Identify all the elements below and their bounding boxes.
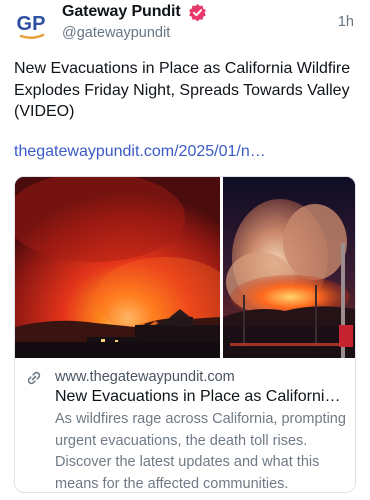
card-title[interactable]: New Evacuations in Place as Californi… xyxy=(55,388,347,406)
card-domain: www.thegatewaypundit.com xyxy=(55,369,235,385)
avatar[interactable]: GP xyxy=(14,6,50,42)
avatar-initials: GP xyxy=(17,13,46,35)
post-link[interactable]: thegatewaypundit.com/2025/01/n… xyxy=(14,143,266,161)
verified-badge-icon xyxy=(188,3,207,22)
link-preview-card[interactable]: www.thegatewaypundit.com New Evacuations… xyxy=(14,176,356,493)
post-timestamp[interactable]: 1h xyxy=(338,14,354,30)
author-handle[interactable]: @gatewaypundit xyxy=(62,25,170,41)
link-preview-image[interactable] xyxy=(15,177,355,358)
link-icon xyxy=(26,370,42,386)
post-header: GP Gateway Pundit @gatewaypundit 1h xyxy=(0,0,370,52)
author-display-name[interactable]: Gateway Pundit xyxy=(62,3,181,21)
post-text: New Evacuations in Place as California W… xyxy=(14,60,351,120)
link-preview-body[interactable]: www.thegatewaypundit.com New Evacuations… xyxy=(15,358,355,492)
card-description: As wildfires rage across California, pro… xyxy=(55,411,346,492)
